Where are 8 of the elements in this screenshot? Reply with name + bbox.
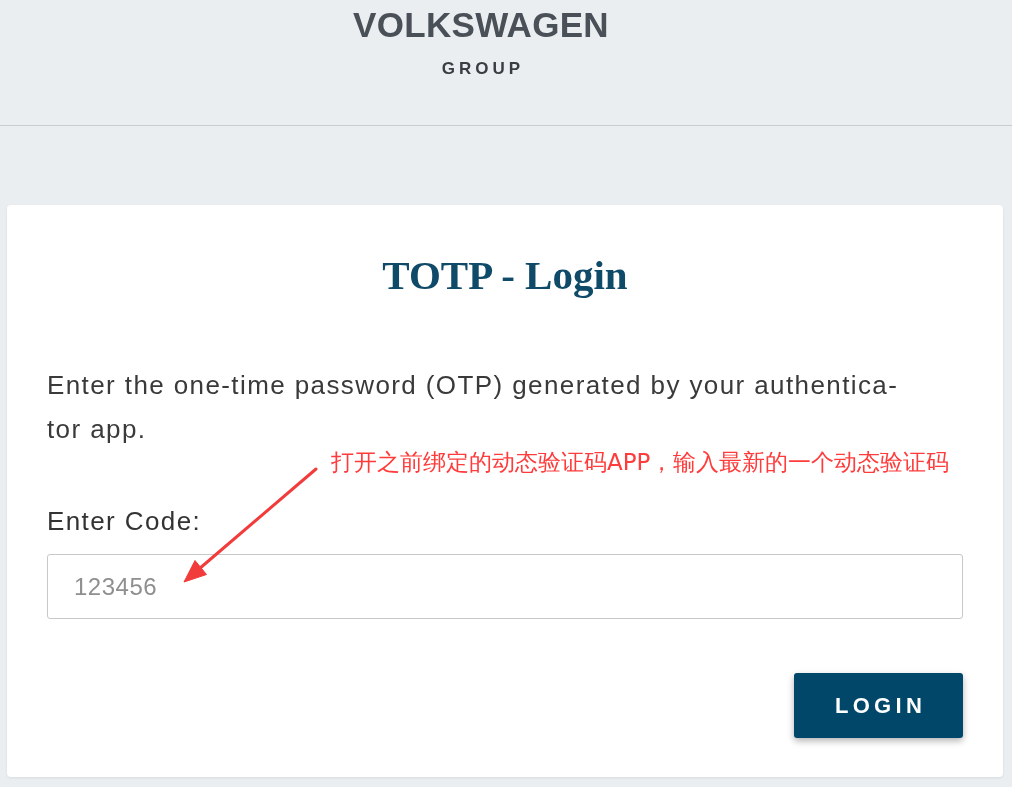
logo-wordmark: VOLKSWAGEN: [353, 5, 609, 45]
login-button[interactable]: LOGIN: [794, 673, 963, 738]
instructions-text: Enter the one-time password (OTP) generated by your authentica-tor app.: [47, 369, 900, 446]
code-input[interactable]: 123456: [47, 554, 963, 619]
logo-subline: GROUP: [440, 59, 525, 79]
card-title: TOTP - Login: [382, 251, 628, 299]
annotation-text: 打开之前绑定的动态验证码APP，输入最新的一个动态验证码: [331, 448, 950, 477]
field-label: Enter Code:: [47, 505, 202, 538]
